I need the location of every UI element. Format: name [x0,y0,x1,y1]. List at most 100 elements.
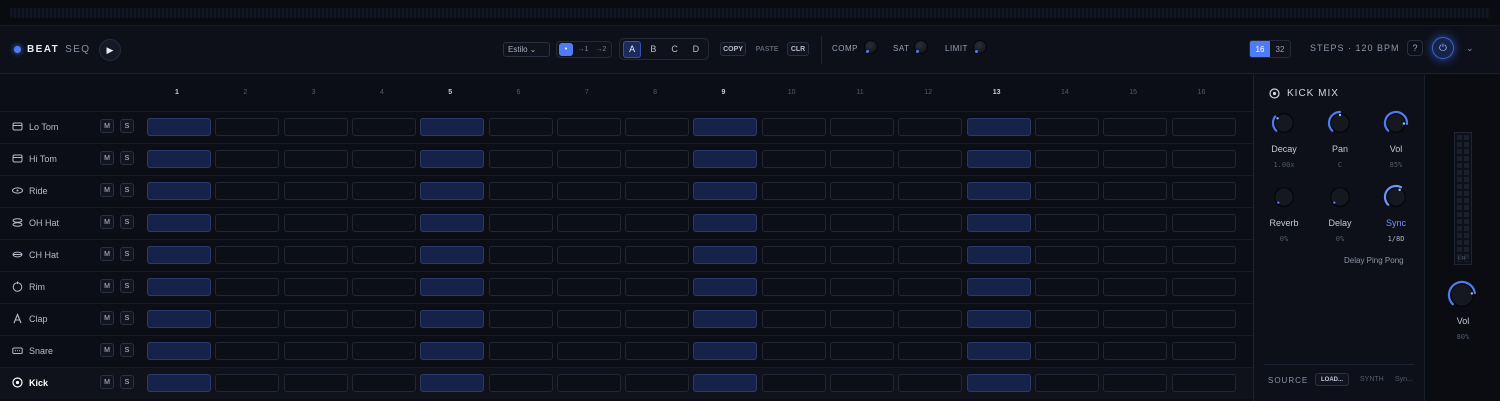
step-cell[interactable] [830,150,894,168]
track-label[interactable]: OH Hat [12,217,59,228]
master-vol-knob[interactable] [1447,280,1477,310]
play-button[interactable]: ▶ [99,39,121,61]
step-cell[interactable] [1171,118,1236,136]
step-cell[interactable] [830,214,894,232]
step-cell[interactable] [1171,182,1236,200]
step-cell[interactable] [966,246,1031,264]
step-cell[interactable] [556,310,621,328]
step-cell[interactable] [488,246,553,264]
step-cell[interactable] [761,374,826,392]
step-cell[interactable] [966,374,1031,392]
track-label[interactable]: Rim [12,281,45,292]
reverb-knob[interactable] [1271,184,1297,210]
step-cell[interactable] [693,342,758,360]
mute-button[interactable]: M [100,215,114,229]
swing-option-1[interactable]: →1 [575,43,591,56]
step-cell[interactable] [625,118,690,136]
step-cell[interactable] [966,214,1031,232]
step-cell[interactable] [1103,342,1168,360]
pan-knob[interactable] [1327,110,1353,136]
step-cell[interactable] [147,246,211,264]
solo-button[interactable]: S [120,247,134,261]
track-row[interactable]: Ride M S [0,175,1253,207]
track-row[interactable]: Lo Tom M S [0,111,1253,143]
step-cell[interactable] [147,214,211,232]
step-cell[interactable] [1103,182,1168,200]
step-cell[interactable] [283,118,348,136]
step-cell[interactable] [283,342,348,360]
step-cell[interactable] [966,342,1031,360]
step-cell[interactable] [898,278,963,296]
solo-button[interactable]: S [120,375,134,389]
pattern-b-button[interactable]: B [644,41,662,58]
step-cell[interactable] [898,182,963,200]
track-label[interactable]: Kick [12,377,48,388]
step-cell[interactable] [761,214,826,232]
step-cell[interactable] [1034,182,1099,200]
step-cell[interactable] [351,342,416,360]
track-label[interactable]: Snare [12,345,53,356]
step-cell[interactable] [1034,342,1099,360]
step-cell[interactable] [556,374,621,392]
sync-label[interactable]: Sync [1371,218,1421,228]
step-cell[interactable] [420,150,485,168]
pattern-c-button[interactable]: C [666,41,684,58]
track-label[interactable]: Lo Tom [12,121,58,132]
step-cell[interactable] [283,182,348,200]
step-cell[interactable] [283,214,348,232]
track-row[interactable]: Hi Tom M S [0,143,1253,175]
step-cell[interactable] [147,150,211,168]
step-cell[interactable] [215,278,280,296]
step-cell[interactable] [147,182,211,200]
step-cell[interactable] [351,150,416,168]
track-label[interactable]: Hi Tom [12,153,57,164]
sat-knob[interactable] [914,40,928,54]
step-cell[interactable] [420,342,485,360]
step-cell[interactable] [1171,214,1236,232]
step-cell[interactable] [351,246,416,264]
step-cell[interactable] [488,150,553,168]
step-cell[interactable] [898,214,963,232]
swing-option-2[interactable]: →2 [593,43,609,56]
mute-button[interactable]: M [100,311,114,325]
step-cell[interactable] [1171,342,1236,360]
step-cell[interactable] [283,310,348,328]
step-cell[interactable] [966,150,1031,168]
step-cell[interactable] [693,150,758,168]
step-cell[interactable] [556,342,621,360]
solo-button[interactable]: S [120,119,134,133]
step-cell[interactable] [1171,246,1236,264]
step-cell[interactable] [830,118,894,136]
step-cell[interactable] [556,182,621,200]
mute-button[interactable]: M [100,279,114,293]
step-cell[interactable] [830,278,894,296]
step-cell[interactable] [1103,214,1168,232]
step-cell[interactable] [1171,150,1236,168]
step-cell[interactable] [488,374,553,392]
step-cell[interactable] [898,150,963,168]
step-cell[interactable] [283,150,348,168]
step-cell[interactable] [830,342,894,360]
step-cell[interactable] [1171,374,1236,392]
track-label[interactable]: Clap [12,313,48,324]
step-cell[interactable] [215,342,280,360]
step-cell[interactable] [488,278,553,296]
steps-32-button[interactable]: 32 [1270,41,1290,57]
step-cell[interactable] [625,278,690,296]
step-cell[interactable] [625,246,690,264]
step-cell[interactable] [556,278,621,296]
step-cell[interactable] [830,182,894,200]
step-cell[interactable] [693,374,758,392]
step-cell[interactable] [556,150,621,168]
track-label[interactable]: CH Hat [12,249,59,260]
step-cell[interactable] [761,182,826,200]
step-cell[interactable] [1103,310,1168,328]
step-cell[interactable] [830,310,894,328]
step-cell[interactable] [488,342,553,360]
load-button[interactable]: LOAD... [1315,373,1349,386]
step-cell[interactable] [625,182,690,200]
step-cell[interactable] [556,246,621,264]
step-cell[interactable] [351,182,416,200]
track-row[interactable]: Kick M S [0,367,1253,399]
step-cell[interactable] [215,150,280,168]
